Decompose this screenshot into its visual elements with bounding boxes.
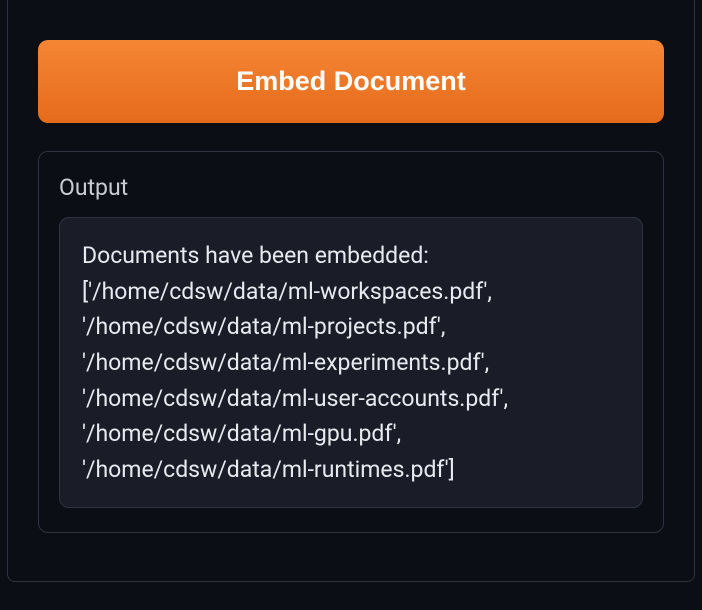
output-text: Documents have been embedded: ['/home/cd… [82,238,620,487]
embed-document-button[interactable]: Embed Document [38,40,664,123]
main-panel: Embed Document Output Documents have bee… [7,0,695,582]
output-content: Documents have been embedded: ['/home/cd… [59,217,643,508]
output-panel: Output Documents have been embedded: ['/… [38,151,664,533]
output-label: Output [59,174,643,201]
